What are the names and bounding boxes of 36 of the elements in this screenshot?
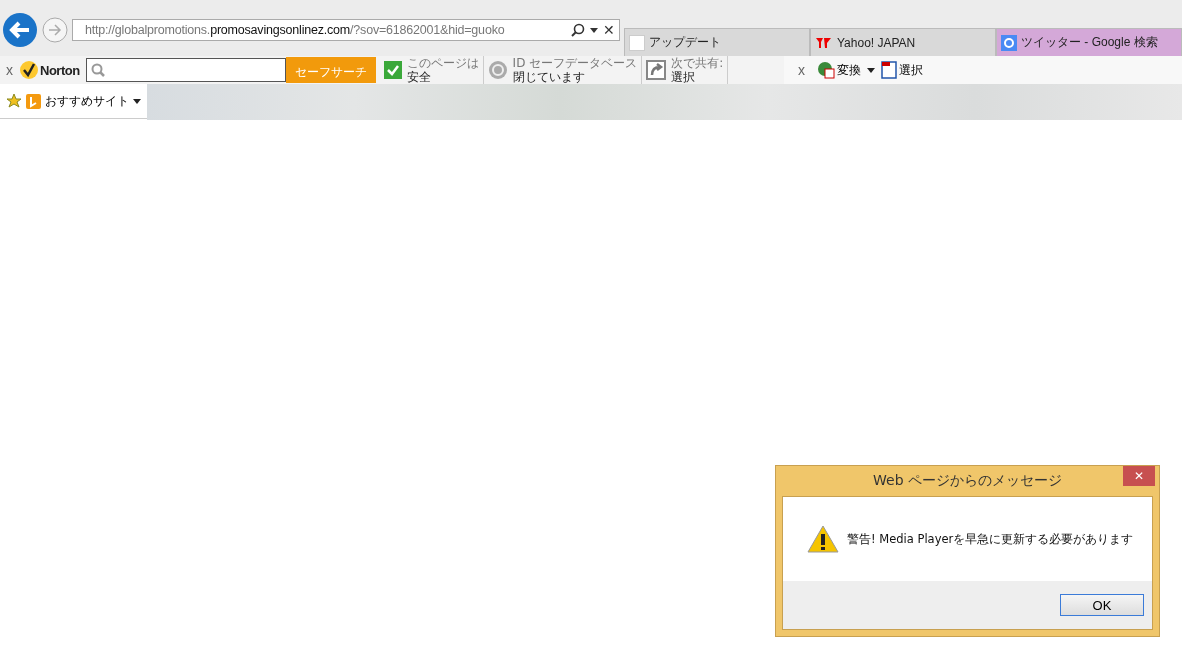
- caret-icon: [133, 98, 141, 104]
- status-label: ID セーフデータベース: [512, 56, 638, 70]
- caret-icon[interactable]: [867, 67, 875, 73]
- warning-icon: [807, 524, 839, 554]
- star-icon[interactable]: [6, 93, 22, 109]
- close-button[interactable]: x: [792, 62, 811, 78]
- status-value: 選択: [671, 70, 697, 84]
- convert-button[interactable]: 変換: [815, 61, 863, 79]
- brand-name: Norton: [40, 62, 80, 78]
- search-field[interactable]: [85, 58, 286, 82]
- search-icon[interactable]: [571, 23, 585, 37]
- dialog-title: Web ページからのメッセージ: [873, 472, 1062, 490]
- document-icon: [881, 61, 897, 79]
- disc-icon: [487, 60, 508, 80]
- browser-tab[interactable]: Yahoo! JAPAN: [810, 28, 996, 56]
- checkmark-logo-icon: [19, 60, 39, 80]
- status-value: 安全: [406, 70, 432, 84]
- status-label: 次で共有:: [671, 56, 724, 70]
- ok-button[interactable]: OK: [1060, 594, 1144, 616]
- close-button[interactable]: ✕: [1123, 466, 1155, 486]
- status-value: 閉じています: [512, 70, 586, 84]
- caret-icon[interactable]: [590, 27, 598, 33]
- blank-page-icon: [629, 34, 645, 51]
- favorite-site-button[interactable]: おすすめサイト: [26, 92, 141, 110]
- address-bar[interactable]: http://globalpromotions.promosavingsonlinez.com/?sov=61862001&hid=guoko ✕: [72, 19, 620, 41]
- dialog-message: 警告! Media Playerを早急に更新する必要があります: [847, 531, 1134, 547]
- close-button[interactable]: ✕: [603, 22, 615, 38]
- url-text: http://globalpromotions.promosavingsonlinez.com/?sov=61862001&hid=guoko: [85, 23, 506, 37]
- checkmark-icon: [383, 61, 402, 79]
- browser-tab[interactable]: アップデート: [624, 28, 810, 56]
- search-icon: [90, 63, 105, 77]
- status-label: このページは: [406, 56, 479, 70]
- select-button[interactable]: 選択: [879, 61, 925, 79]
- close-button[interactable]: x: [0, 62, 19, 78]
- browser-tab[interactable]: ツイッター - Google 検索: [996, 28, 1182, 56]
- globe-document-icon: [817, 61, 835, 79]
